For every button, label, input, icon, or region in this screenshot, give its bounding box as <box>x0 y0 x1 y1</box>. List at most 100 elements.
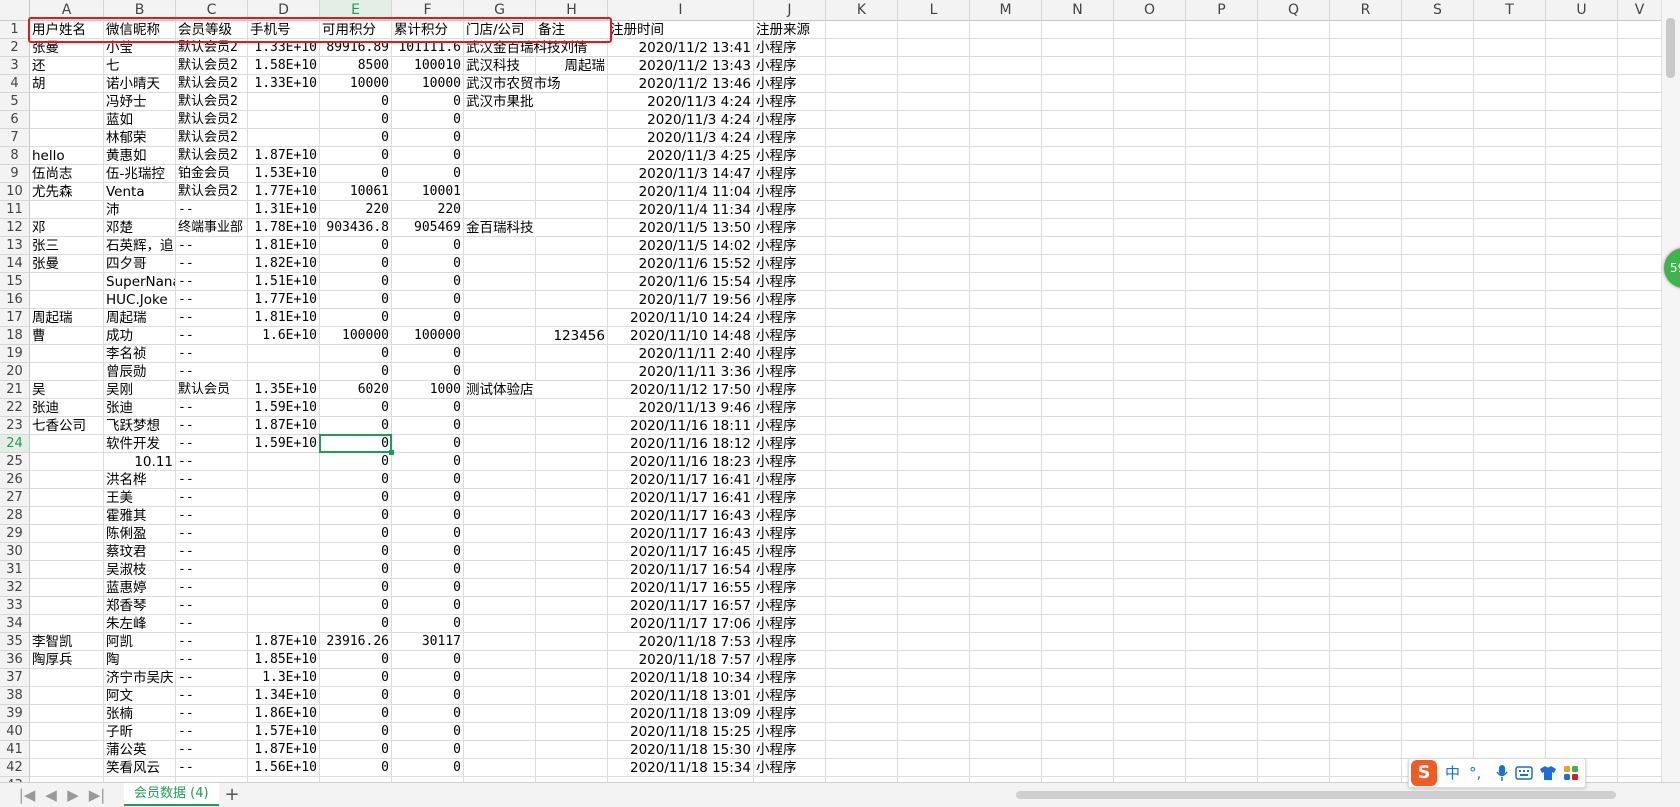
empty-cell[interactable] <box>826 201 898 219</box>
table-cell[interactable] <box>30 111 104 129</box>
empty-cell[interactable] <box>1618 471 1662 489</box>
table-cell[interactable] <box>30 201 104 219</box>
table-cell[interactable]: 铂金会员 <box>176 165 248 183</box>
empty-cell[interactable] <box>1042 327 1114 345</box>
row-header[interactable]: 14 <box>0 255 30 273</box>
empty-cell[interactable] <box>1186 291 1258 309</box>
table-cell[interactable]: 2020/11/17 16:55 <box>608 579 754 597</box>
table-cell[interactable]: 1.87E+10 <box>248 417 320 435</box>
empty-cell[interactable] <box>1402 237 1474 255</box>
empty-cell[interactable] <box>970 669 1042 687</box>
empty-cell[interactable] <box>970 93 1042 111</box>
table-cell[interactable]: 吴 <box>30 381 104 399</box>
empty-cell[interactable] <box>1402 723 1474 741</box>
empty-cell[interactable] <box>1186 39 1258 57</box>
row-header[interactable]: 16 <box>0 291 30 309</box>
empty-cell[interactable] <box>1618 435 1662 453</box>
table-cell[interactable]: 小程序 <box>754 723 826 741</box>
empty-cell[interactable] <box>898 273 970 291</box>
empty-cell[interactable] <box>1114 489 1186 507</box>
empty-cell[interactable] <box>1258 471 1330 489</box>
table-cell[interactable]: 0 <box>320 309 392 327</box>
empty-cell[interactable] <box>1114 471 1186 489</box>
table-cell[interactable]: 1.77E+10 <box>248 291 320 309</box>
empty-cell[interactable] <box>1258 597 1330 615</box>
table-cell[interactable]: 10000 <box>392 75 464 93</box>
empty-cell[interactable] <box>1546 381 1618 399</box>
table-cell[interactable] <box>464 453 536 471</box>
table-cell[interactable]: 李名祯 <box>104 345 176 363</box>
empty-cell[interactable] <box>1114 561 1186 579</box>
header-cell[interactable]: 累计积分 <box>392 21 464 39</box>
empty-cell[interactable] <box>1186 453 1258 471</box>
table-cell[interactable]: -- <box>176 669 248 687</box>
table-cell[interactable]: 霍雅其 <box>104 507 176 525</box>
table-cell[interactable]: 周起瑞 <box>536 57 608 75</box>
empty-cell[interactable] <box>1186 57 1258 75</box>
table-cell[interactable] <box>464 579 536 597</box>
empty-cell[interactable] <box>898 741 970 759</box>
empty-cell[interactable] <box>1402 741 1474 759</box>
empty-cell[interactable] <box>826 165 898 183</box>
empty-cell[interactable] <box>898 21 970 39</box>
empty-cell[interactable] <box>1258 327 1330 345</box>
empty-cell[interactable] <box>898 471 970 489</box>
empty-cell[interactable] <box>1402 111 1474 129</box>
empty-cell[interactable] <box>1474 309 1546 327</box>
header-cell[interactable]: 用户姓名 <box>30 21 104 39</box>
empty-cell[interactable] <box>898 327 970 345</box>
empty-cell[interactable] <box>1186 111 1258 129</box>
empty-cell[interactable] <box>1186 525 1258 543</box>
table-cell[interactable]: -- <box>176 759 248 777</box>
table-cell[interactable]: 默认会员2 <box>176 129 248 147</box>
table-cell[interactable]: 0 <box>320 543 392 561</box>
table-cell[interactable]: -- <box>176 417 248 435</box>
table-cell[interactable]: 小程序 <box>754 561 826 579</box>
table-cell[interactable]: 2020/11/5 13:50 <box>608 219 754 237</box>
empty-cell[interactable] <box>826 759 898 777</box>
empty-cell[interactable] <box>1258 741 1330 759</box>
empty-cell[interactable] <box>1618 183 1662 201</box>
row-header[interactable]: 21 <box>0 381 30 399</box>
table-cell[interactable]: 0 <box>320 615 392 633</box>
empty-cell[interactable] <box>1474 453 1546 471</box>
table-cell[interactable]: 0 <box>320 705 392 723</box>
empty-cell[interactable] <box>1042 705 1114 723</box>
empty-cell[interactable] <box>1258 453 1330 471</box>
table-cell[interactable]: 2020/11/7 19:56 <box>608 291 754 309</box>
last-sheet-icon[interactable]: ▶| <box>88 786 106 804</box>
empty-cell[interactable] <box>1186 543 1258 561</box>
empty-cell[interactable] <box>1546 237 1618 255</box>
empty-cell[interactable] <box>1474 21 1546 39</box>
table-cell[interactable]: 周起瑞 <box>104 309 176 327</box>
empty-cell[interactable] <box>1114 219 1186 237</box>
empty-cell[interactable] <box>1114 435 1186 453</box>
empty-cell[interactable] <box>1330 543 1402 561</box>
table-cell[interactable]: 小程序 <box>754 93 826 111</box>
empty-cell[interactable] <box>1186 489 1258 507</box>
column-header-s[interactable]: S <box>1402 0 1474 21</box>
table-cell[interactable]: 小程序 <box>754 255 826 273</box>
table-cell[interactable] <box>536 111 608 129</box>
empty-cell[interactable] <box>1330 561 1402 579</box>
table-cell[interactable]: 0 <box>392 705 464 723</box>
empty-cell[interactable] <box>1474 633 1546 651</box>
table-cell[interactable]: 洪名桦 <box>104 471 176 489</box>
empty-cell[interactable] <box>898 219 970 237</box>
table-cell[interactable]: 默认会员2 <box>176 111 248 129</box>
table-cell[interactable]: -- <box>176 615 248 633</box>
empty-cell[interactable] <box>1258 651 1330 669</box>
table-cell[interactable]: 0 <box>392 543 464 561</box>
empty-cell[interactable] <box>1474 291 1546 309</box>
table-cell[interactable]: 0 <box>392 741 464 759</box>
table-cell[interactable] <box>536 435 608 453</box>
empty-cell[interactable] <box>1258 165 1330 183</box>
ime-toolbar[interactable]: S 中 °, <box>1408 758 1586 788</box>
empty-cell[interactable] <box>1402 453 1474 471</box>
table-cell[interactable]: 0 <box>392 561 464 579</box>
empty-cell[interactable] <box>1258 309 1330 327</box>
empty-cell[interactable] <box>1546 507 1618 525</box>
empty-cell[interactable] <box>1330 165 1402 183</box>
empty-cell[interactable] <box>1114 363 1186 381</box>
empty-cell[interactable] <box>970 579 1042 597</box>
